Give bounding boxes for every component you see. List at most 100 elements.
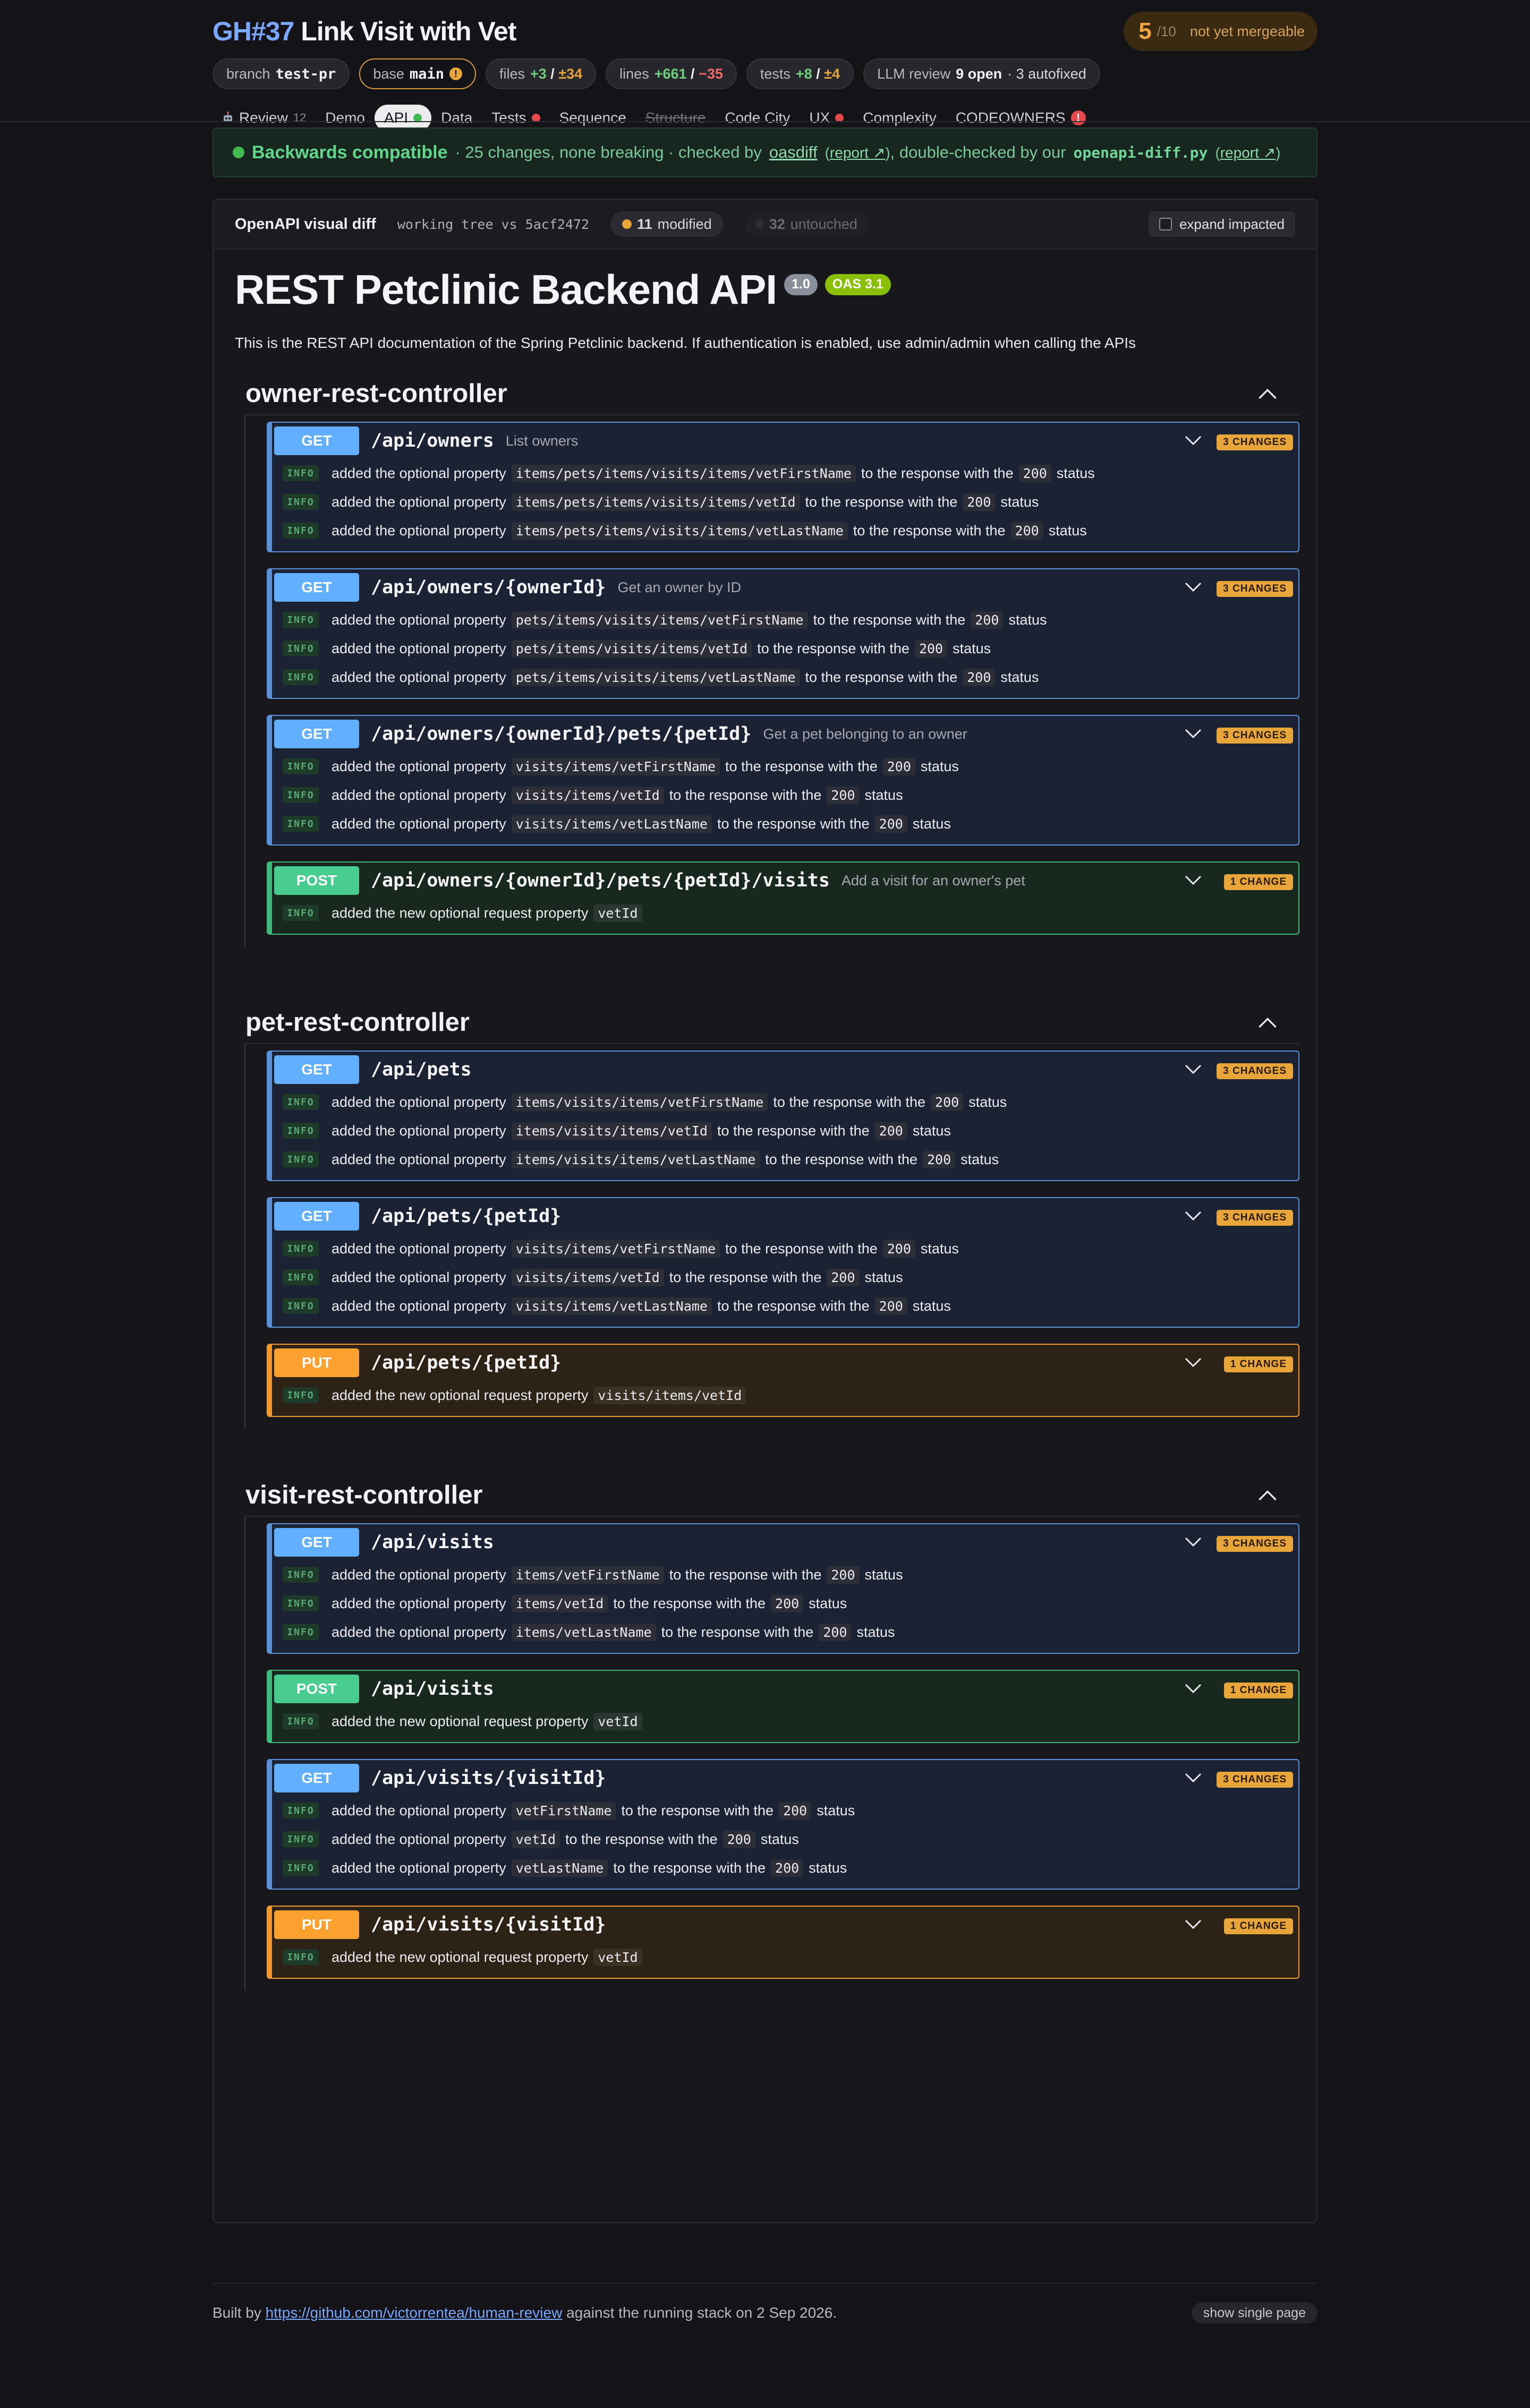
change-row: INFO added the optional property items/vis…	[272, 1088, 1298, 1116]
operation-path: /api/pets	[371, 1059, 472, 1080]
tests-separator: /	[816, 65, 820, 82]
compat-title: Backwards compatible	[252, 142, 448, 163]
expand-chevron-down-icon[interactable]	[1184, 1536, 1203, 1549]
expand-chevron-down-icon[interactable]	[1184, 1210, 1203, 1223]
openapi-diff-report-link[interactable]: report ↗	[1220, 144, 1276, 161]
status-code: 200	[779, 1801, 812, 1820]
change-text: added the optional property	[332, 1802, 506, 1818]
severity-info-badge: INFO	[283, 905, 319, 921]
change-row: INFO added the optional property pets/item…	[272, 663, 1298, 691]
operation-header[interactable]: POST/api/visits 1 CHANGE	[272, 1671, 1298, 1707]
api-title: REST Petclinic Backend API	[235, 266, 777, 313]
change-text: added the optional property	[332, 815, 506, 832]
change-count-badge: 1 CHANGE	[1223, 1918, 1293, 1934]
operation-block[interactable]: GET/api/pets/{petId} 3 CHANGES INFO added t…	[267, 1197, 1299, 1328]
status-code: 200	[1010, 522, 1043, 540]
repo-link[interactable]: https://github.com/victorrentea/human-re…	[266, 2304, 563, 2321]
change-row: INFO added the new optional request prope…	[272, 1381, 1298, 1410]
operation-block[interactable]: PUT/api/pets/{petId} 1 CHANGE INFO added th…	[267, 1344, 1299, 1417]
change-text: to the response with the	[725, 1240, 878, 1257]
oasdiff-report-link[interactable]: report ↗	[830, 144, 885, 161]
operation-header[interactable]: GET/api/pets/{petId} 3 CHANGES	[272, 1198, 1298, 1234]
operation-summary: Get a pet belonging to an owner	[763, 725, 967, 742]
http-method-badge: GET	[274, 1202, 359, 1231]
tests-chip[interactable]: tests +8 / ±4	[746, 58, 854, 89]
expand-chevron-down-icon[interactable]	[1184, 728, 1203, 740]
operation-block[interactable]: GET/api/visits/{visitId} 3 CHANGES INFO add…	[267, 1759, 1299, 1890]
change-count-badge: 3 CHANGES	[1217, 728, 1293, 744]
operation-header[interactable]: GET/api/visits 3 CHANGES	[272, 1524, 1298, 1560]
expand-chevron-down-icon[interactable]	[1184, 1918, 1203, 1931]
operation-block[interactable]: GET/api/pets 3 CHANGES INFO added the optio…	[267, 1051, 1299, 1181]
operation-header[interactable]: POST/api/owners/{ownerId}/pets/{petId}/v…	[272, 863, 1298, 899]
status-code: 200	[722, 1830, 755, 1848]
untouched-count: 32	[769, 216, 785, 232]
controller-header[interactable]: owner-rest-controller	[244, 373, 1299, 415]
operation-block[interactable]: GET/api/visits 3 CHANGES INFO added the opt…	[267, 1523, 1299, 1654]
expand-impacted-toggle[interactable]: expand impacted	[1148, 211, 1295, 237]
operation-header[interactable]: PUT/api/pets/{petId} 1 CHANGE	[272, 1345, 1298, 1381]
expand-chevron-down-icon[interactable]	[1184, 1683, 1203, 1695]
change-text: status	[809, 1859, 847, 1876]
collapse-chevron-up-icon[interactable]	[1257, 1014, 1278, 1030]
operation-header[interactable]: GET/api/owners List owners 3 CHANGES	[272, 423, 1298, 459]
controller-header[interactable]: pet-rest-controller	[244, 1002, 1299, 1044]
operation-block[interactable]: POST/api/owners/{ownerId}/pets/{petId}/v…	[267, 861, 1299, 935]
operation-path: /api/pets/{petId}	[371, 1206, 562, 1227]
operation-header[interactable]: GET/api/owners/{ownerId}/pets/{petId} Get…	[272, 716, 1298, 752]
lines-chip[interactable]: lines +661 / −35	[606, 58, 737, 89]
severity-info-badge: INFO	[283, 1860, 319, 1876]
controller-header[interactable]: visit-rest-controller	[244, 1474, 1299, 1517]
operation-block[interactable]: POST/api/visits 1 CHANGE INFO added the new…	[267, 1670, 1299, 1743]
tab-demo-label: Demo	[325, 109, 365, 126]
operation-block[interactable]: GET/api/owners List owners 3 CHANGES INFO ad…	[267, 422, 1299, 552]
change-text: added the optional property	[332, 1566, 506, 1583]
show-single-page-button[interactable]: show single page	[1191, 2302, 1318, 2324]
openapi-diff-script: openapi-diff.py	[1073, 143, 1208, 161]
llm-autofixed: · 3 autofixed	[1007, 65, 1086, 82]
operation-header[interactable]: PUT/api/visits/{visitId} 1 CHANGE	[272, 1907, 1298, 1943]
operation-block[interactable]: GET/api/owners/{ownerId} Get an owner by …	[267, 568, 1299, 699]
change-text: to the response with the	[765, 1151, 917, 1167]
property-path: visits/items/vetId	[511, 1268, 664, 1286]
expand-chevron-down-icon[interactable]	[1184, 434, 1203, 447]
untouched-dot-icon	[755, 220, 764, 228]
compat-middle: , double-checked by our	[890, 143, 1066, 161]
llm-review-chip[interactable]: LLM review 9 open · 3 autofixed	[863, 58, 1100, 89]
change-row: INFO added the new optional request prope…	[272, 1943, 1298, 1971]
change-text: status	[1048, 522, 1087, 539]
operation-header[interactable]: GET/api/visits/{visitId} 3 CHANGES	[272, 1760, 1298, 1796]
collapse-chevron-up-icon[interactable]	[1257, 1487, 1278, 1503]
operation-header[interactable]: GET/api/owners/{ownerId} Get an owner by …	[272, 569, 1298, 605]
change-text: status	[864, 787, 903, 803]
pr-number-link[interactable]: GH#37	[212, 16, 294, 46]
operation-block[interactable]: PUT/api/visits/{visitId} 1 CHANGE INFO adde…	[267, 1906, 1299, 1979]
operation-header[interactable]: GET/api/pets 3 CHANGES	[272, 1052, 1298, 1088]
collapse-chevron-up-icon[interactable]	[1257, 386, 1278, 402]
change-row: INFO added the optional property visits/it…	[272, 1234, 1298, 1263]
expand-chevron-down-icon[interactable]	[1184, 581, 1203, 594]
expand-impacted-checkbox[interactable]	[1159, 218, 1172, 230]
merge-score-badge[interactable]: 5 /10 not yet mergeable	[1124, 12, 1318, 51]
expand-chevron-down-icon[interactable]	[1184, 874, 1203, 887]
tab-review-label: Review	[239, 109, 288, 126]
base-chip[interactable]: base main !	[359, 58, 476, 89]
change-text: added the new optional request property	[332, 1949, 589, 1965]
change-text: added the optional property	[332, 1297, 506, 1314]
expand-chevron-down-icon[interactable]	[1184, 1356, 1203, 1369]
built-by-label: Built by	[212, 2304, 261, 2321]
oasdiff-link[interactable]: oasdiff	[769, 143, 818, 162]
modified-filter[interactable]: 11 modified	[610, 211, 724, 237]
change-text: added the optional property	[332, 611, 506, 628]
operation-block[interactable]: GET/api/owners/{ownerId}/pets/{petId} Get…	[267, 715, 1299, 846]
severity-info-badge: INFO	[283, 1094, 319, 1110]
change-text: to the response with the	[669, 1566, 822, 1583]
property-path: vetId	[511, 1830, 560, 1848]
branch-chip[interactable]: branch test-pr	[212, 58, 350, 89]
change-text: status	[912, 1122, 951, 1139]
expand-chevron-down-icon[interactable]	[1184, 1772, 1203, 1784]
change-count-badge: 1 CHANGE	[1223, 1683, 1293, 1698]
untouched-filter[interactable]: 32 untouched	[744, 211, 868, 237]
expand-chevron-down-icon[interactable]	[1184, 1063, 1203, 1076]
files-chip[interactable]: files +3 / ±34	[485, 58, 597, 89]
